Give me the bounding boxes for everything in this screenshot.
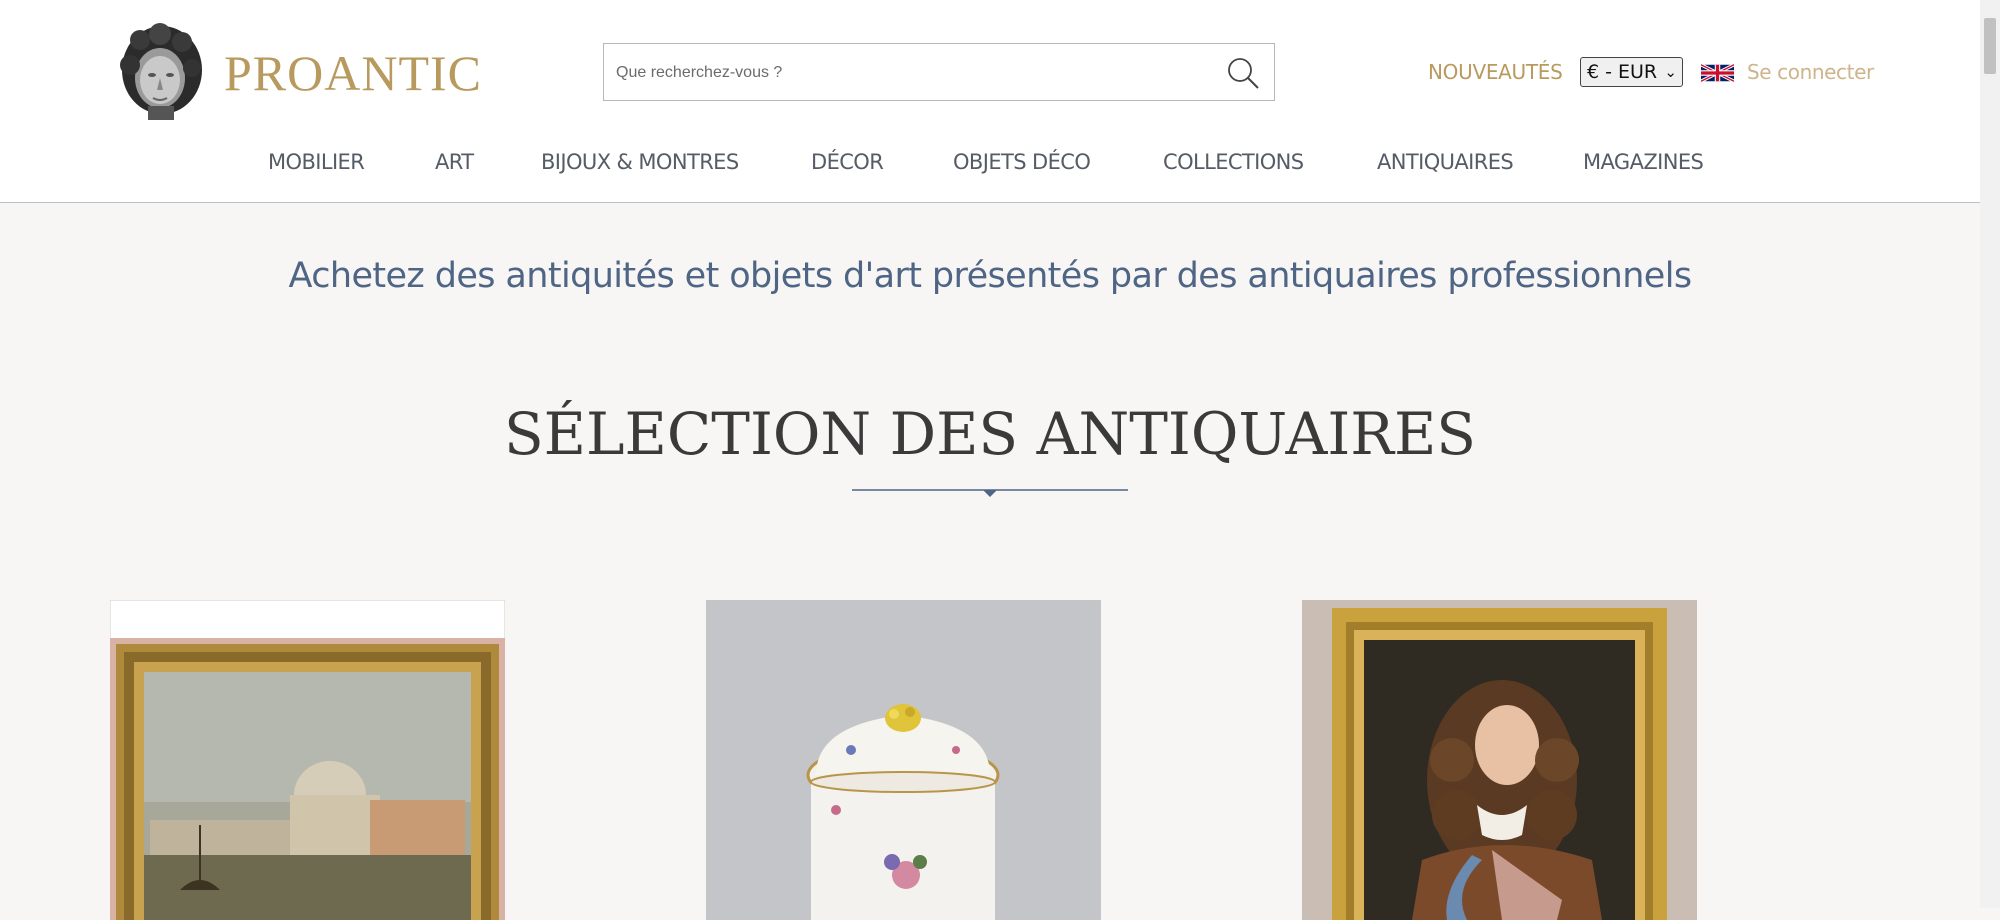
page-scrollbar[interactable] <box>1980 0 2000 908</box>
nav-item-art[interactable]: ART <box>435 150 474 174</box>
main-nav: MOBILIER ART BIJOUX & MONTRES DÉCOR OBJE… <box>0 150 1980 180</box>
product-card[interactable] <box>110 600 505 920</box>
nav-item-decor[interactable]: DÉCOR <box>811 150 884 174</box>
venice-painting-image[interactable] <box>110 600 505 920</box>
title-divider <box>852 489 1128 497</box>
nav-item-bijoux-montres[interactable]: BIJOUX & MONTRES <box>541 150 739 174</box>
product-card[interactable] <box>1302 600 1697 920</box>
currency-value: € - EUR <box>1587 61 1658 83</box>
logo-bust-icon[interactable] <box>110 20 210 120</box>
logo-text[interactable]: PROANTIC <box>224 44 482 102</box>
product-card[interactable] <box>706 600 1101 920</box>
search-icon[interactable] <box>1226 56 1260 90</box>
nav-item-mobilier[interactable]: MOBILIER <box>268 150 365 174</box>
nav-item-collections[interactable]: COLLECTIONS <box>1163 150 1304 174</box>
search-box <box>603 43 1275 102</box>
scrollbar-thumb[interactable] <box>1984 18 1996 74</box>
login-link[interactable]: Se connecter <box>1747 60 1874 84</box>
nav-item-objets-deco[interactable]: OBJETS DÉCO <box>953 150 1091 174</box>
uk-flag-icon[interactable] <box>1701 61 1734 85</box>
porcelain-pot-image[interactable] <box>706 600 1101 920</box>
nouveautes-link[interactable]: NOUVEAUTÉS <box>1428 60 1563 84</box>
chevron-down-icon: ⌄ <box>1664 63 1677 81</box>
nav-item-magazines[interactable]: MAGAZINES <box>1583 150 1704 174</box>
section-title: SÉLECTION DES ANTIQUAIRES <box>503 400 1477 468</box>
tagline: Achetez des antiquités et objets d'art p… <box>288 256 1692 296</box>
currency-select[interactable]: € - EUR ⌄ <box>1580 57 1683 87</box>
search-input[interactable] <box>614 44 1208 102</box>
portrait-painting-image[interactable] <box>1302 600 1697 920</box>
nav-item-antiquaires[interactable]: ANTIQUAIRES <box>1377 150 1514 174</box>
site-header: PROANTIC NOUVEAUTÉS € - EUR ⌄ Se connect… <box>0 0 1980 203</box>
